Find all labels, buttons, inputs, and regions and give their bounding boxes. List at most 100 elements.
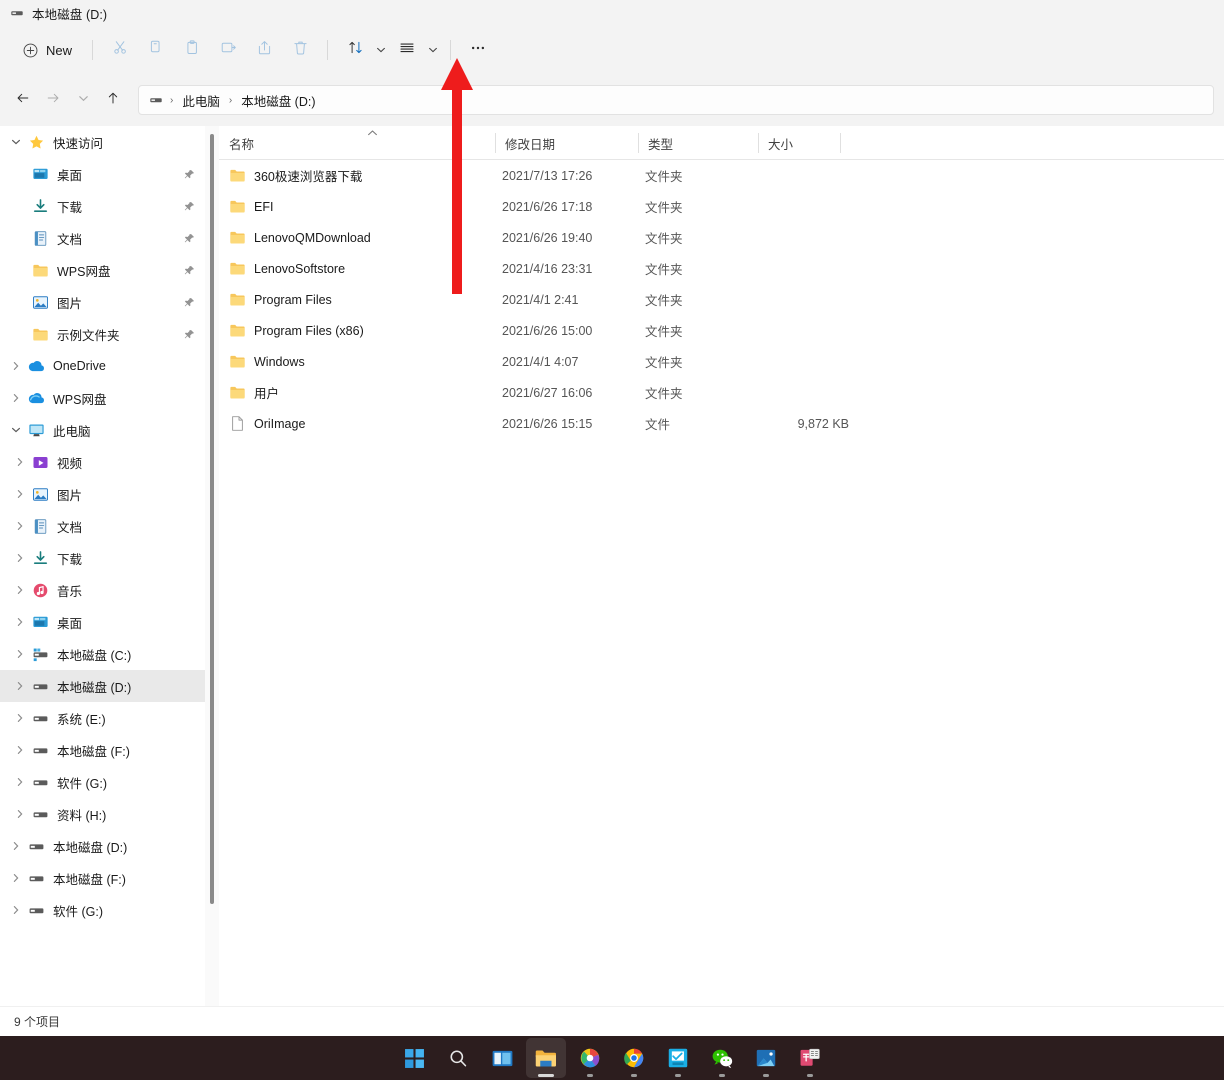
view-button[interactable] (389, 34, 425, 66)
sort-chevron-down-icon[interactable] (373, 34, 389, 66)
column-separator[interactable] (495, 133, 496, 153)
chevron-right-icon[interactable] (10, 798, 30, 830)
share-button[interactable] (246, 34, 282, 66)
sidebar-item-14[interactable]: 音乐 (0, 574, 205, 606)
desktop-icon (30, 164, 50, 184)
file-row[interactable]: OriImage2021/6/26 15:15文件9,872 KB (219, 408, 1224, 439)
sidebar-item-16[interactable]: 本地磁盘 (C:) (0, 638, 205, 670)
back-button[interactable] (8, 85, 38, 115)
column-header-1[interactable]: 修改日期 (495, 126, 555, 160)
sidebar-item-9[interactable]: 此电脑 (0, 414, 205, 446)
recent-locations-button[interactable] (68, 85, 98, 115)
view-chevron-down-icon[interactable] (425, 34, 441, 66)
chevron-right-icon[interactable] (10, 702, 30, 734)
file-row[interactable]: LenovoQMDownload2021/6/26 19:40文件夹 (219, 222, 1224, 253)
sidebar-item-18[interactable]: 系统 (E:) (0, 702, 205, 734)
navigation-pane-scrollbar-thumb[interactable] (210, 134, 214, 904)
sidebar-item-6[interactable]: 示例文件夹 (0, 318, 205, 350)
sidebar-item-2[interactable]: 下载 (0, 190, 205, 222)
chevron-right-icon[interactable] (10, 734, 30, 766)
taskbar-item-finance-app[interactable] (790, 1038, 830, 1078)
up-button[interactable] (98, 85, 128, 115)
rename-button[interactable] (210, 34, 246, 66)
paste-button[interactable] (174, 34, 210, 66)
sidebar-item-21[interactable]: 资料 (H:) (0, 798, 205, 830)
sidebar-item-11[interactable]: 图片 (0, 478, 205, 510)
chevron-right-icon[interactable] (10, 510, 30, 542)
column-separator[interactable] (840, 133, 841, 153)
chevron-right-icon[interactable] (10, 638, 30, 670)
column-separator[interactable] (638, 133, 639, 153)
chevron-right-icon[interactable] (10, 574, 30, 606)
sidebar-item-23[interactable]: 本地磁盘 (F:) (0, 862, 205, 894)
taskbar-item-search[interactable] (438, 1038, 478, 1078)
sidebar-item-10[interactable]: 视频 (0, 446, 205, 478)
chevron-right-icon[interactable] (10, 670, 30, 702)
pin-icon[interactable] (184, 263, 195, 281)
sidebar-item-8[interactable]: WPS网盘 (0, 382, 205, 414)
address-breadcrumb-box[interactable]: › 此电脑 › 本地磁盘 (D:) (138, 85, 1214, 115)
new-button[interactable]: New (14, 35, 83, 65)
chevron-right-icon[interactable] (10, 606, 30, 638)
file-row[interactable]: EFI2021/6/26 17:18文件夹 (219, 191, 1224, 222)
taskbar-item-note-app[interactable] (658, 1038, 698, 1078)
more-options-button[interactable] (460, 34, 496, 66)
delete-button[interactable] (282, 34, 318, 66)
breadcrumb-item-this-pc[interactable]: 此电脑 (177, 89, 225, 112)
taskbar-item-task-view[interactable] (482, 1038, 522, 1078)
file-row[interactable]: 360极速浏览器下载2021/7/13 17:26文件夹 (219, 160, 1224, 191)
sidebar-item-19[interactable]: 本地磁盘 (F:) (0, 734, 205, 766)
sidebar-item-5[interactable]: 图片 (0, 286, 205, 318)
taskbar-item-wechat[interactable] (702, 1038, 742, 1078)
chevron-right-icon[interactable] (10, 542, 30, 574)
navigation-pane[interactable]: 快速访问桌面下载文档WPS网盘图片示例文件夹OneDriveWPS网盘此电脑视频… (0, 126, 205, 1006)
column-header-2[interactable]: 类型 (638, 126, 673, 160)
column-separator[interactable] (758, 133, 759, 153)
column-header-3[interactable]: 大小 (758, 126, 793, 160)
copy-button[interactable] (138, 34, 174, 66)
taskbar-item-file-explorer[interactable] (526, 1038, 566, 1078)
forward-button[interactable] (38, 85, 68, 115)
chevron-right-icon[interactable] (10, 766, 30, 798)
pin-icon[interactable] (184, 231, 195, 249)
breadcrumb-item-current[interactable]: 本地磁盘 (D:) (236, 89, 320, 112)
sidebar-item-13[interactable]: 下载 (0, 542, 205, 574)
chevron-right-icon[interactable] (6, 862, 26, 894)
taskbar-item-start[interactable] (394, 1038, 434, 1078)
sidebar-item-15[interactable]: 桌面 (0, 606, 205, 638)
sidebar-item-4[interactable]: WPS网盘 (0, 254, 205, 286)
navigation-pane-scrollbar[interactable] (205, 126, 219, 1006)
taskbar-item-photos[interactable] (746, 1038, 786, 1078)
sidebar-item-17[interactable]: 本地磁盘 (D:) (0, 670, 205, 702)
file-row[interactable]: Program Files (x86)2021/6/26 15:00文件夹 (219, 315, 1224, 346)
sidebar-item-1[interactable]: 桌面 (0, 158, 205, 190)
chevron-down-icon[interactable] (6, 414, 26, 446)
chevron-right-icon[interactable] (6, 830, 26, 862)
pin-icon[interactable] (184, 327, 195, 345)
chevron-down-icon[interactable] (6, 126, 26, 158)
sidebar-item-7[interactable]: OneDrive (0, 350, 205, 382)
column-header-0[interactable]: 名称 (219, 126, 254, 160)
cut-button[interactable] (102, 34, 138, 66)
chevron-right-icon[interactable] (10, 446, 30, 478)
chevron-right-icon[interactable] (6, 894, 26, 926)
sidebar-item-3[interactable]: 文档 (0, 222, 205, 254)
chevron-right-icon[interactable] (10, 478, 30, 510)
file-row[interactable]: LenovoSoftstore2021/4/16 23:31文件夹 (219, 253, 1224, 284)
sidebar-item-0[interactable]: 快速访问 (0, 126, 205, 158)
taskbar-item-chrome[interactable] (614, 1038, 654, 1078)
pin-icon[interactable] (184, 199, 195, 217)
sidebar-item-22[interactable]: 本地磁盘 (D:) (0, 830, 205, 862)
sidebar-item-24[interactable]: 软件 (G:) (0, 894, 205, 926)
sidebar-item-12[interactable]: 文档 (0, 510, 205, 542)
file-row[interactable]: Windows2021/4/1 4:07文件夹 (219, 346, 1224, 377)
chevron-right-icon[interactable] (6, 350, 26, 382)
taskbar-item-360-browser[interactable] (570, 1038, 610, 1078)
pin-icon[interactable] (184, 295, 195, 313)
sort-button[interactable] (337, 34, 373, 66)
sidebar-item-20[interactable]: 软件 (G:) (0, 766, 205, 798)
file-row[interactable]: Program Files2021/4/1 2:41文件夹 (219, 284, 1224, 315)
pin-icon[interactable] (184, 167, 195, 185)
file-row[interactable]: 用户2021/6/27 16:06文件夹 (219, 377, 1224, 408)
chevron-right-icon[interactable] (6, 382, 26, 414)
